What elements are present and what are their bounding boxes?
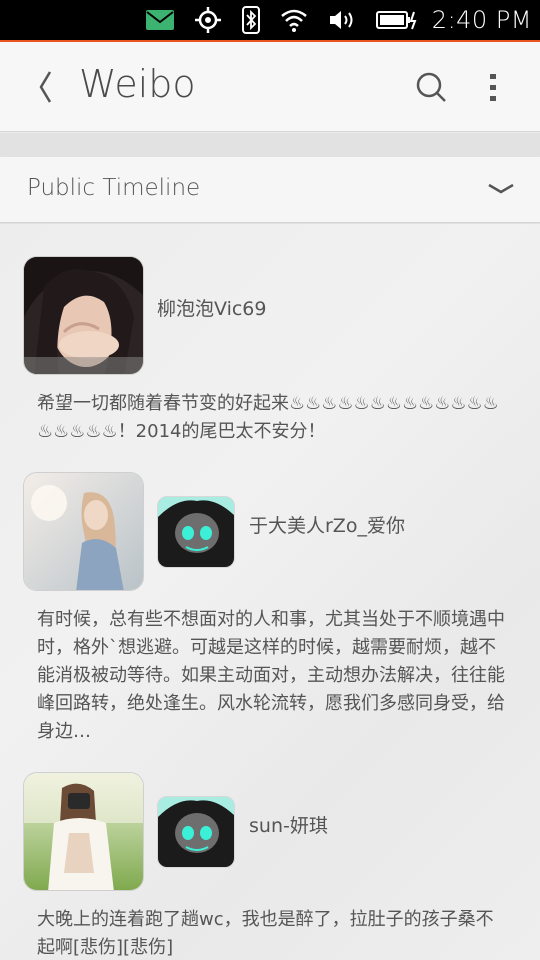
overflow-menu-button[interactable] [486,72,500,104]
retweet-avatar[interactable] [157,496,235,568]
timeline-selector-label: Public Timeline [27,175,201,201]
post-username[interactable]: 柳泡泡Vic69 [157,294,266,321]
overflow-menu-icon [490,74,496,101]
avatar[interactable] [23,772,144,891]
header-divider [0,133,540,157]
battery-charging-icon [375,10,418,30]
search-button[interactable] [414,70,448,104]
volume-icon [328,9,356,31]
chevron-down-icon [487,181,515,197]
post-username[interactable]: 于大美人rZo_爱你 [249,511,405,538]
post-username[interactable]: sun-妍琪 [249,811,328,838]
back-button[interactable] [30,68,60,106]
timeline-list[interactable]: 柳泡泡Vic69 希望一切都随着春节变的好起来♨♨♨♨♨♨♨♨♨♨♨♨♨♨♨♨♨… [0,224,540,960]
post-text: 大晚上的连着跑了趟wc，我也是醉了，拉肚子的孩子桑不起啊[悲伤][悲伤] [37,909,494,958]
post-text: 有时候，总有些不想面对的人和事，尤其当处于不顺境遇中时，格外`想逃避。可越是这样… [37,609,505,742]
avatar[interactable] [23,256,144,375]
wifi-icon [280,8,308,32]
chevron-left-icon [39,71,52,103]
status-time: 2:40 PM [431,6,532,34]
avatar[interactable] [23,472,144,591]
app-header: Weibo [0,42,540,132]
page-title: Weibo [79,62,196,106]
search-icon [416,72,446,102]
post-text: 希望一切都随着春节变的好起来♨♨♨♨♨♨♨♨♨♨♨♨♨♨♨♨♨♨！2014的尾巴… [37,393,499,442]
mail-icon [145,10,174,30]
bluetooth-icon [241,6,260,34]
location-icon [194,6,222,34]
status-bar: 2:40 PM [0,0,540,40]
timeline-selector[interactable]: Public Timeline [0,157,540,223]
retweet-avatar[interactable] [157,796,235,868]
